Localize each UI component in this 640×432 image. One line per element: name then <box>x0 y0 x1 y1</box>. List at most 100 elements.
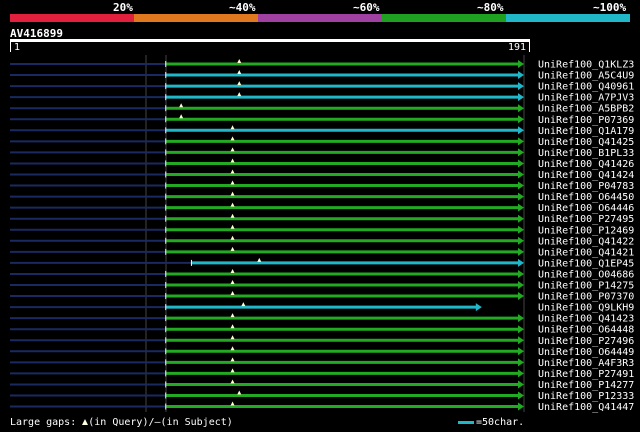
hit-label[interactable]: UniRef100_P27491 <box>538 369 634 380</box>
query-gap-marker-icon <box>230 246 235 251</box>
hit-arrow-icon <box>518 292 524 301</box>
hit-row[interactable]: UniRef100_O64450 <box>10 191 634 204</box>
query-gap-marker-icon <box>237 70 242 75</box>
hit-row[interactable]: UniRef100_Q1EP45 <box>10 257 634 270</box>
hit-label[interactable]: UniRef100_P12333 <box>538 391 634 402</box>
query-gap-marker-icon <box>257 257 262 262</box>
query-gap-marker-icon <box>230 169 235 174</box>
hit-label[interactable]: UniRef100_B1PL33 <box>538 148 634 159</box>
hit-label[interactable]: UniRef100_O64449 <box>538 347 634 358</box>
query-gap-marker-icon <box>237 92 242 97</box>
hit-arrow-icon <box>518 181 524 190</box>
hit-label[interactable]: UniRef100_P14275 <box>538 281 634 292</box>
query-gap-marker-icon <box>230 136 235 141</box>
hit-row[interactable]: UniRef100_A4F3R3 <box>10 357 634 369</box>
hit-row[interactable]: UniRef100_P07370 <box>10 291 634 303</box>
hit-row[interactable]: UniRef100_Q41422 <box>10 235 634 248</box>
hit-arrow-icon <box>518 402 524 411</box>
scale-swatch-icon <box>458 420 474 424</box>
hit-label[interactable]: UniRef100_Q40961 <box>538 82 634 93</box>
hit-row[interactable]: UniRef100_A7PJV3 <box>10 92 634 104</box>
hit-arrow-icon <box>518 247 524 256</box>
hit-arrow-icon <box>518 325 524 334</box>
query-gap-marker-icon <box>230 147 235 152</box>
hit-row[interactable]: UniRef100_P04783 <box>10 180 634 193</box>
hit-alignment-chart: UniRef100_Q1KLZ3UniRef100_A5C4U9UniRef10… <box>10 55 634 414</box>
hit-row[interactable]: UniRef100_P12469 <box>10 224 634 237</box>
hit-label[interactable]: UniRef100_P04783 <box>538 181 634 192</box>
hit-label[interactable]: UniRef100_Q1KLZ3 <box>538 60 634 71</box>
hit-row[interactable]: UniRef100_Q41421 <box>10 246 634 259</box>
hit-label[interactable]: UniRef100_O64446 <box>538 203 634 214</box>
hit-row[interactable]: UniRef100_P07369 <box>10 114 634 126</box>
hit-arrow-icon <box>518 236 524 245</box>
hit-label[interactable]: UniRef100_Q41447 <box>538 402 634 413</box>
hit-arrow-icon <box>475 303 482 312</box>
query-gap-marker-icon <box>230 401 235 406</box>
hit-arrow-icon <box>518 148 524 157</box>
hit-arrow-icon <box>518 192 524 201</box>
hit-row[interactable]: UniRef100_P27491 <box>10 368 634 380</box>
hit-label[interactable]: UniRef100_A5BPB2 <box>538 104 634 115</box>
hit-row[interactable]: UniRef100_A5C4U9 <box>10 70 634 82</box>
hit-row[interactable]: UniRef100_P27495 <box>10 213 634 226</box>
hit-arrow-icon <box>518 269 524 278</box>
hit-label[interactable]: UniRef100_Q41423 <box>538 314 634 325</box>
query-gap-marker-icon <box>230 368 235 373</box>
hit-row[interactable]: UniRef100_Q40961 <box>10 81 634 93</box>
hit-row[interactable]: UniRef100_O64448 <box>10 324 634 336</box>
hit-label[interactable]: UniRef100_P14277 <box>538 380 634 391</box>
hit-label[interactable]: UniRef100_P07370 <box>538 292 634 303</box>
hit-label[interactable]: UniRef100_P12469 <box>538 225 634 236</box>
hit-label[interactable]: UniRef100_Q41426 <box>538 159 634 170</box>
query-gap-marker-icon <box>230 224 235 229</box>
hit-row[interactable]: UniRef100_Q1A179 <box>10 125 634 137</box>
hit-arrow-icon <box>518 93 524 102</box>
hit-row[interactable]: UniRef100_Q41424 <box>10 169 634 182</box>
hit-label[interactable]: UniRef100_A5C4U9 <box>538 71 634 82</box>
hit-row[interactable]: UniRef100_P14275 <box>10 280 634 292</box>
hit-label[interactable]: UniRef100_Q41422 <box>538 236 634 247</box>
hit-label[interactable]: UniRef100_Q41424 <box>538 170 634 181</box>
query-gap-marker-icon <box>230 313 235 318</box>
hit-label[interactable]: UniRef100_Q1EP45 <box>538 258 634 269</box>
hit-label[interactable]: UniRef100_P27496 <box>538 336 634 347</box>
hit-label[interactable]: UniRef100_Q1A179 <box>538 126 634 137</box>
hit-label[interactable]: UniRef100_Q41425 <box>538 137 634 148</box>
hit-label[interactable]: UniRef100_Q41421 <box>538 247 634 258</box>
hit-arrow-icon <box>518 71 524 80</box>
hit-row[interactable]: UniRef100_P12333 <box>10 390 634 403</box>
hit-row[interactable]: UniRef100_Q41423 <box>10 313 634 325</box>
hit-row[interactable]: UniRef100_O04686 <box>10 268 634 281</box>
hit-arrow-icon <box>518 281 524 289</box>
hit-arrow-icon <box>518 60 524 68</box>
hit-label[interactable]: UniRef100_A4F3R3 <box>538 358 634 369</box>
hit-row[interactable]: UniRef100_Q41426 <box>10 158 634 170</box>
scale-text: =50char. <box>476 417 525 428</box>
hit-label[interactable]: UniRef100_O04686 <box>538 269 634 280</box>
hit-label[interactable]: UniRef100_O64448 <box>538 325 634 336</box>
query-gap-marker-icon <box>230 125 235 130</box>
hit-label[interactable]: UniRef100_A7PJV3 <box>538 93 634 104</box>
hit-label[interactable]: UniRef100_P07369 <box>538 115 634 126</box>
hit-row[interactable]: UniRef100_O64446 <box>10 202 634 215</box>
hit-row[interactable]: UniRef100_O64449 <box>10 346 634 358</box>
query-gap-marker-icon <box>230 213 235 218</box>
hit-label[interactable]: UniRef100_Q9LKH9 <box>538 303 634 314</box>
query-gap-marker-icon <box>230 335 235 340</box>
hit-arrow-icon <box>518 336 524 345</box>
query-gap-marker-icon <box>230 202 235 207</box>
hit-row[interactable]: UniRef100_Q41425 <box>10 136 634 148</box>
hit-row[interactable]: UniRef100_Q41447 <box>10 401 634 414</box>
hit-label[interactable]: UniRef100_P27495 <box>538 214 634 225</box>
hit-row[interactable]: UniRef100_A5BPB2 <box>10 103 634 115</box>
hit-row[interactable]: UniRef100_B1PL33 <box>10 147 634 159</box>
hit-row[interactable]: UniRef100_Q1KLZ3 <box>10 59 634 71</box>
hit-row[interactable]: UniRef100_P14277 <box>10 379 634 391</box>
hit-row[interactable]: UniRef100_P27496 <box>10 335 634 347</box>
query-gap-marker-icon <box>230 280 235 284</box>
hit-label[interactable]: UniRef100_O64450 <box>538 192 634 203</box>
hit-row[interactable]: UniRef100_Q9LKH9 <box>10 302 634 314</box>
large-gaps-query: (in Query)/ <box>88 417 155 428</box>
hit-arrow-icon <box>518 225 524 234</box>
